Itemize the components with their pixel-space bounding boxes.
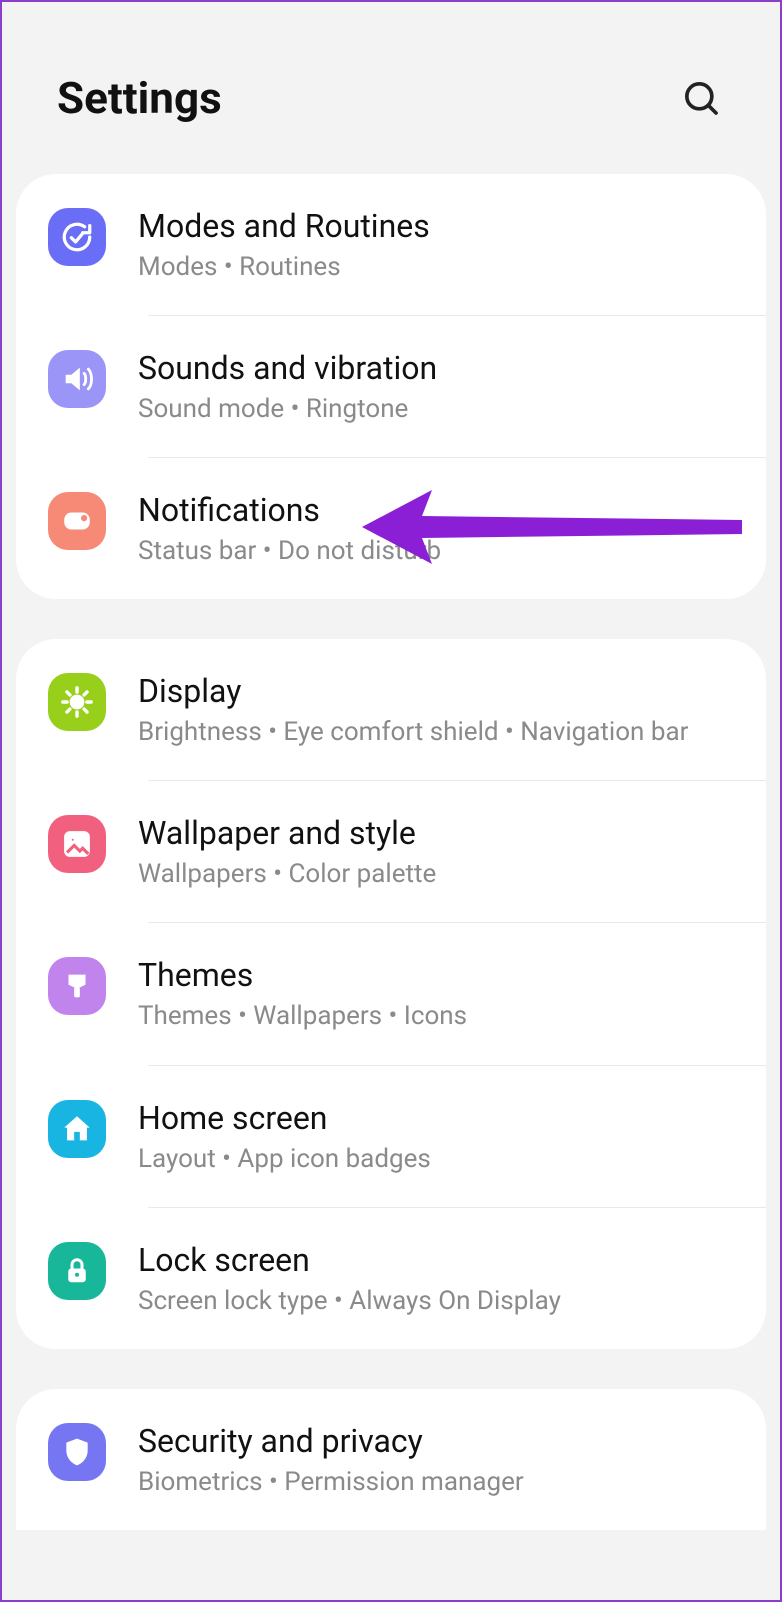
item-title: Lock screen bbox=[138, 1240, 741, 1280]
item-title: Sounds and vibration bbox=[138, 348, 741, 388]
item-title: Security and privacy bbox=[138, 1421, 741, 1461]
settings-group-2: Display Brightness • Eye comfort shield … bbox=[16, 639, 766, 1348]
settings-item-wallpaper[interactable]: Wallpaper and style Wallpapers • Color p… bbox=[16, 781, 766, 922]
header: Settings bbox=[2, 2, 780, 174]
home-icon bbox=[48, 1100, 106, 1158]
settings-item-sound[interactable]: Sounds and vibration Sound mode • Ringto… bbox=[16, 316, 766, 457]
item-title: Home screen bbox=[138, 1098, 741, 1138]
settings-item-modes[interactable]: Modes and Routines Modes • Routines bbox=[16, 174, 766, 315]
item-title: Themes bbox=[138, 955, 741, 995]
themes-icon bbox=[48, 957, 106, 1015]
settings-item-lock-screen[interactable]: Lock screen Screen lock type • Always On… bbox=[16, 1208, 766, 1349]
display-icon bbox=[48, 673, 106, 731]
item-subtitle: Sound mode • Ringtone bbox=[138, 392, 741, 427]
item-subtitle: Layout • App icon badges bbox=[138, 1142, 741, 1177]
item-subtitle: Themes • Wallpapers • Icons bbox=[138, 999, 741, 1034]
settings-item-home-screen[interactable]: Home screen Layout • App icon badges bbox=[16, 1066, 766, 1207]
item-subtitle: Status bar • Do not disturb bbox=[138, 534, 741, 569]
item-title: Wallpaper and style bbox=[138, 813, 741, 853]
page-title: Settings bbox=[57, 72, 222, 124]
settings-group-1: Modes and Routines Modes • Routines Soun… bbox=[16, 174, 766, 599]
item-subtitle: Modes • Routines bbox=[138, 250, 741, 285]
notifications-icon bbox=[48, 492, 106, 550]
search-button[interactable] bbox=[677, 74, 725, 122]
lock-icon bbox=[48, 1242, 106, 1300]
sound-icon bbox=[48, 350, 106, 408]
item-subtitle: Screen lock type • Always On Display bbox=[138, 1284, 741, 1319]
item-title: Notifications bbox=[138, 490, 741, 530]
settings-item-display[interactable]: Display Brightness • Eye comfort shield … bbox=[16, 639, 766, 780]
item-subtitle: Wallpapers • Color palette bbox=[138, 857, 741, 892]
security-icon bbox=[48, 1423, 106, 1481]
modes-icon bbox=[48, 208, 106, 266]
search-icon bbox=[681, 78, 721, 118]
settings-item-notifications[interactable]: Notifications Status bar • Do not distur… bbox=[16, 458, 766, 599]
item-subtitle: Brightness • Eye comfort shield • Naviga… bbox=[138, 715, 741, 750]
wallpaper-icon bbox=[48, 815, 106, 873]
settings-item-security[interactable]: Security and privacy Biometrics • Permis… bbox=[16, 1389, 766, 1530]
item-title: Modes and Routines bbox=[138, 206, 741, 246]
item-subtitle: Biometrics • Permission manager bbox=[138, 1465, 741, 1500]
settings-item-themes[interactable]: Themes Themes • Wallpapers • Icons bbox=[16, 923, 766, 1064]
settings-group-3: Security and privacy Biometrics • Permis… bbox=[16, 1389, 766, 1530]
item-title: Display bbox=[138, 671, 741, 711]
